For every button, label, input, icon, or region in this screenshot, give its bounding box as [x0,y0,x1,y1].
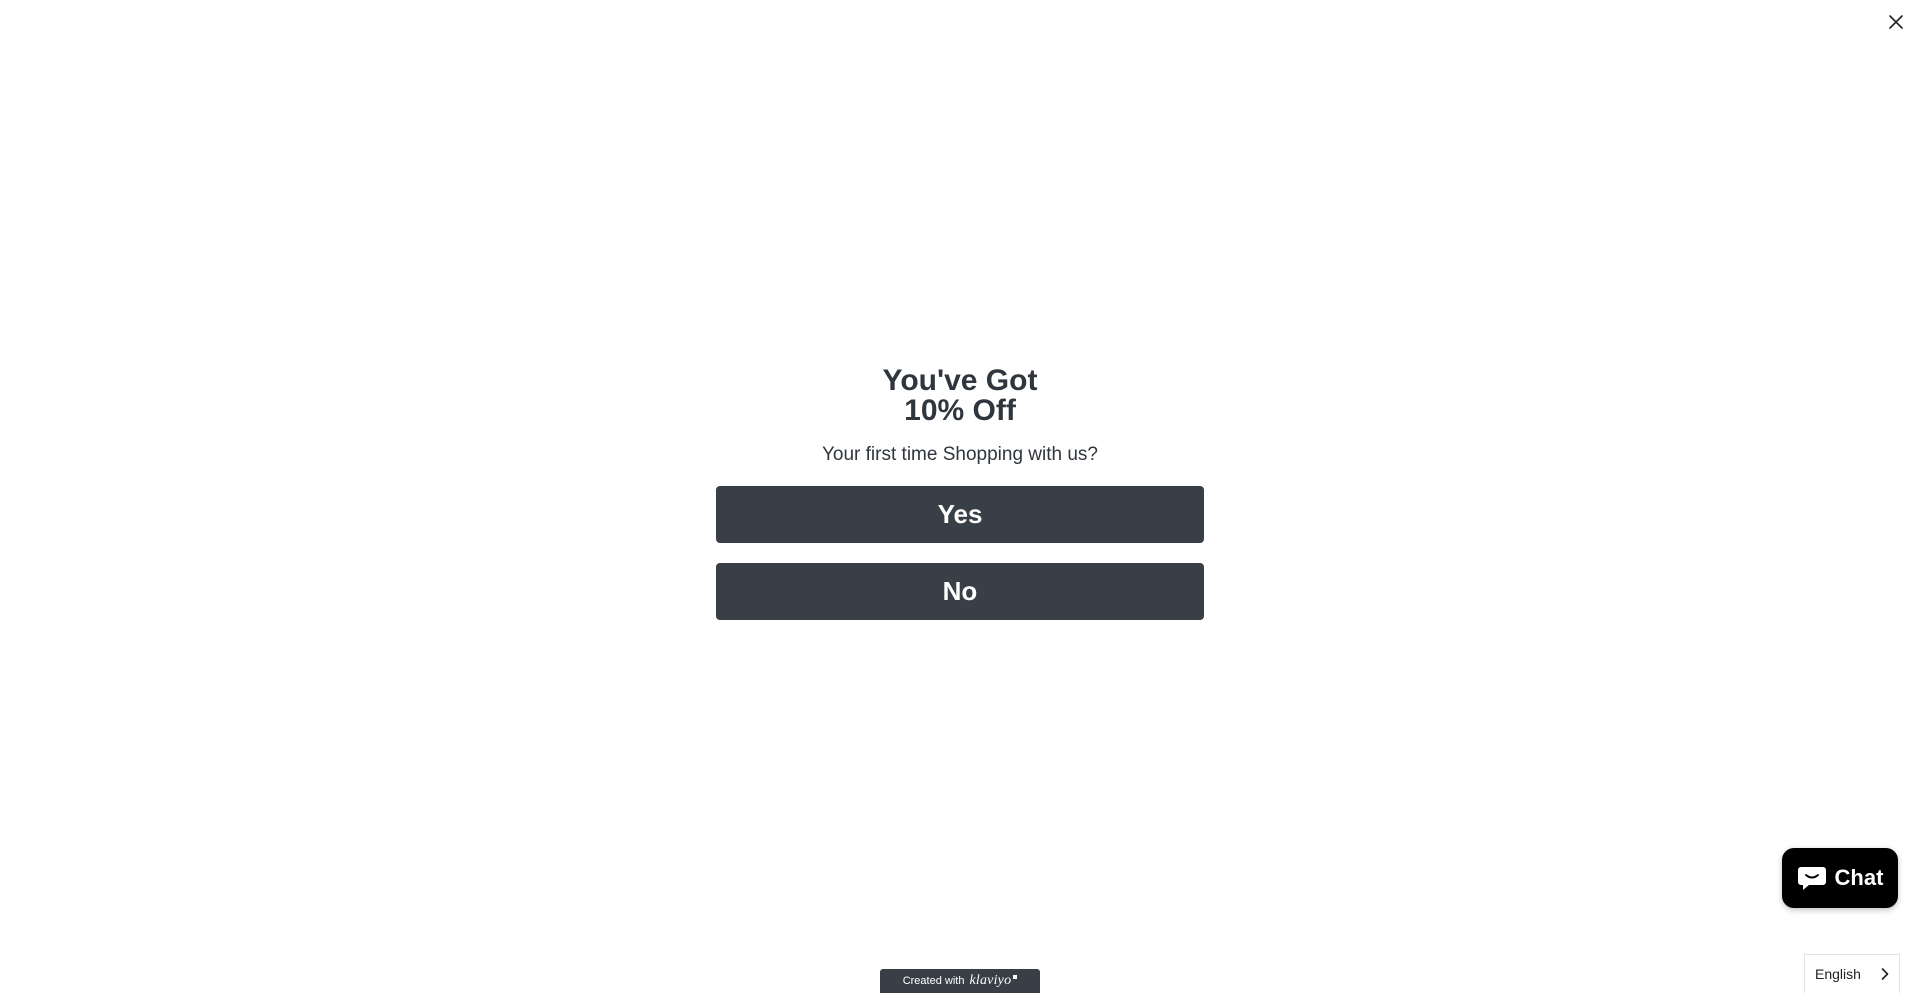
chat-button[interactable]: Chat [1782,848,1898,908]
no-button[interactable]: No [716,563,1204,620]
headline-line-1: You've Got [882,364,1038,397]
discount-popup: You've Got 10% Off Your first time Shopp… [0,366,1920,620]
popup-subtitle: Your first time Shopping with us? [821,444,1098,465]
popup-headline: You've Got 10% Off [883,366,1038,426]
chat-bubble-icon [1797,867,1826,890]
language-label: English [1815,966,1861,982]
headline-line-2: 10% Off [904,394,1016,427]
klaviyo-logo: klaviyo [969,973,1012,988]
close-button[interactable] [1884,10,1908,34]
klaviyo-flag-icon [1013,975,1018,979]
chat-label: Chat [1834,865,1884,890]
page: You've Got 10% Off Your first time Shopp… [0,0,1920,993]
klaviyo-badge[interactable]: Created with klaviyo [880,969,1040,993]
close-icon [1889,15,1903,29]
chevron-right-icon [1881,968,1889,980]
yes-button[interactable]: Yes [716,486,1204,543]
language-selector[interactable]: English [1804,954,1900,993]
klaviyo-prefix: Created with [902,975,965,987]
